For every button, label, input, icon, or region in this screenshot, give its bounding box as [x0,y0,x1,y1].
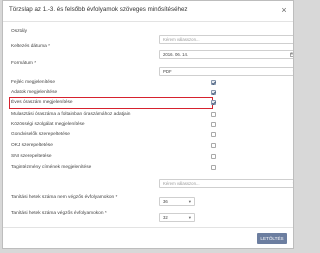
chevron-down-icon: ▾ [293,68,294,75]
checkbox-label-sni: SNI szerepeltetése [11,154,52,159]
checkbox-sni[interactable] [211,154,216,159]
calendar-icon[interactable] [290,51,293,58]
checkbox-label-mulasztas: Mulasztási óraszáma a foltainban óraszám… [11,112,131,117]
formatum-value: PDF [163,69,172,74]
dialog-header: Törzslap az 1.-3. és felsőbb évfolyamok … [3,1,293,22]
osztaly-placeholder: Kérem válasszon... [163,37,200,42]
checkbox-label-gondviselok: Gondviselők szerepeltetése [11,132,70,137]
hetek-nem-vegzos-select[interactable]: 36 ▾ [159,197,195,206]
keltezes-date-input[interactable]: 2016. 06. 14. [159,50,293,59]
checkbox-mulasztas[interactable] [211,112,216,117]
formatum-label: Formátum * [11,61,37,66]
formatum-select[interactable]: PDF ▾ [159,67,294,76]
checkbox-kozossegi[interactable] [211,122,216,127]
hetek-nem-vegzos-label: Tanítási hetek száma nem végzős évfolyam… [11,195,118,200]
checkbox-okj[interactable] [211,143,216,148]
hetek-vegzos-select[interactable]: 32 ▾ [159,213,195,222]
dialog-footer: LETÖLTÉS [3,227,293,248]
checkbox-eves-oraszam[interactable] [211,100,216,105]
hetek-vegzos-label: Tanítási hetek száma végzős évfolyamokon… [11,211,107,216]
hetek-nem-vegzos-value: 36 [163,199,168,204]
chevron-down-icon: ▾ [188,215,191,220]
checkbox-label-eves-oraszam: Éves óraszám megjelenítése [11,100,73,105]
tagintezmeny-placeholder: Kérem válasszon... [163,181,200,186]
dialog: Törzslap az 1.-3. és felsőbb évfolyamok … [2,0,294,249]
osztaly-select[interactable]: Kérem válasszon... [159,35,293,44]
checkbox-tagintezmeny[interactable] [211,165,216,170]
checkbox-label-fejlec: Fejléc megjelenítése [11,80,55,85]
hetek-vegzos-value: 32 [163,215,168,220]
chevron-down-icon: ▾ [188,199,191,204]
osztaly-label: Osztály [11,29,27,34]
checkbox-gondviselok[interactable] [211,132,216,137]
checkbox-label-tagintezmeny: Tagintézmény címének megjelenítése [11,165,92,170]
checkbox-fejlec[interactable] [211,80,216,85]
keltezes-label: Keltezés dátuma * [11,44,50,49]
keltezes-value: 2016. 06. 14. [163,52,189,57]
chevron-down-icon: ▾ [293,180,294,187]
checkbox-label-okj: OKJ szerepeltetése [11,143,53,148]
checkbox-label-kozossegi: Közösségi szolgálat megjelenítése [11,122,85,127]
dialog-title: Törzslap az 1.-3. és felsőbb évfolyamok … [9,6,188,13]
checkbox-label-adatok: Adatok megjelenítése [11,90,58,95]
checkbox-adatok[interactable] [211,90,216,95]
tagintezmeny-select[interactable]: Kérem válasszon... ▾ [159,179,294,188]
download-button[interactable]: LETÖLTÉS [257,233,287,244]
close-button[interactable]: × [279,5,289,15]
